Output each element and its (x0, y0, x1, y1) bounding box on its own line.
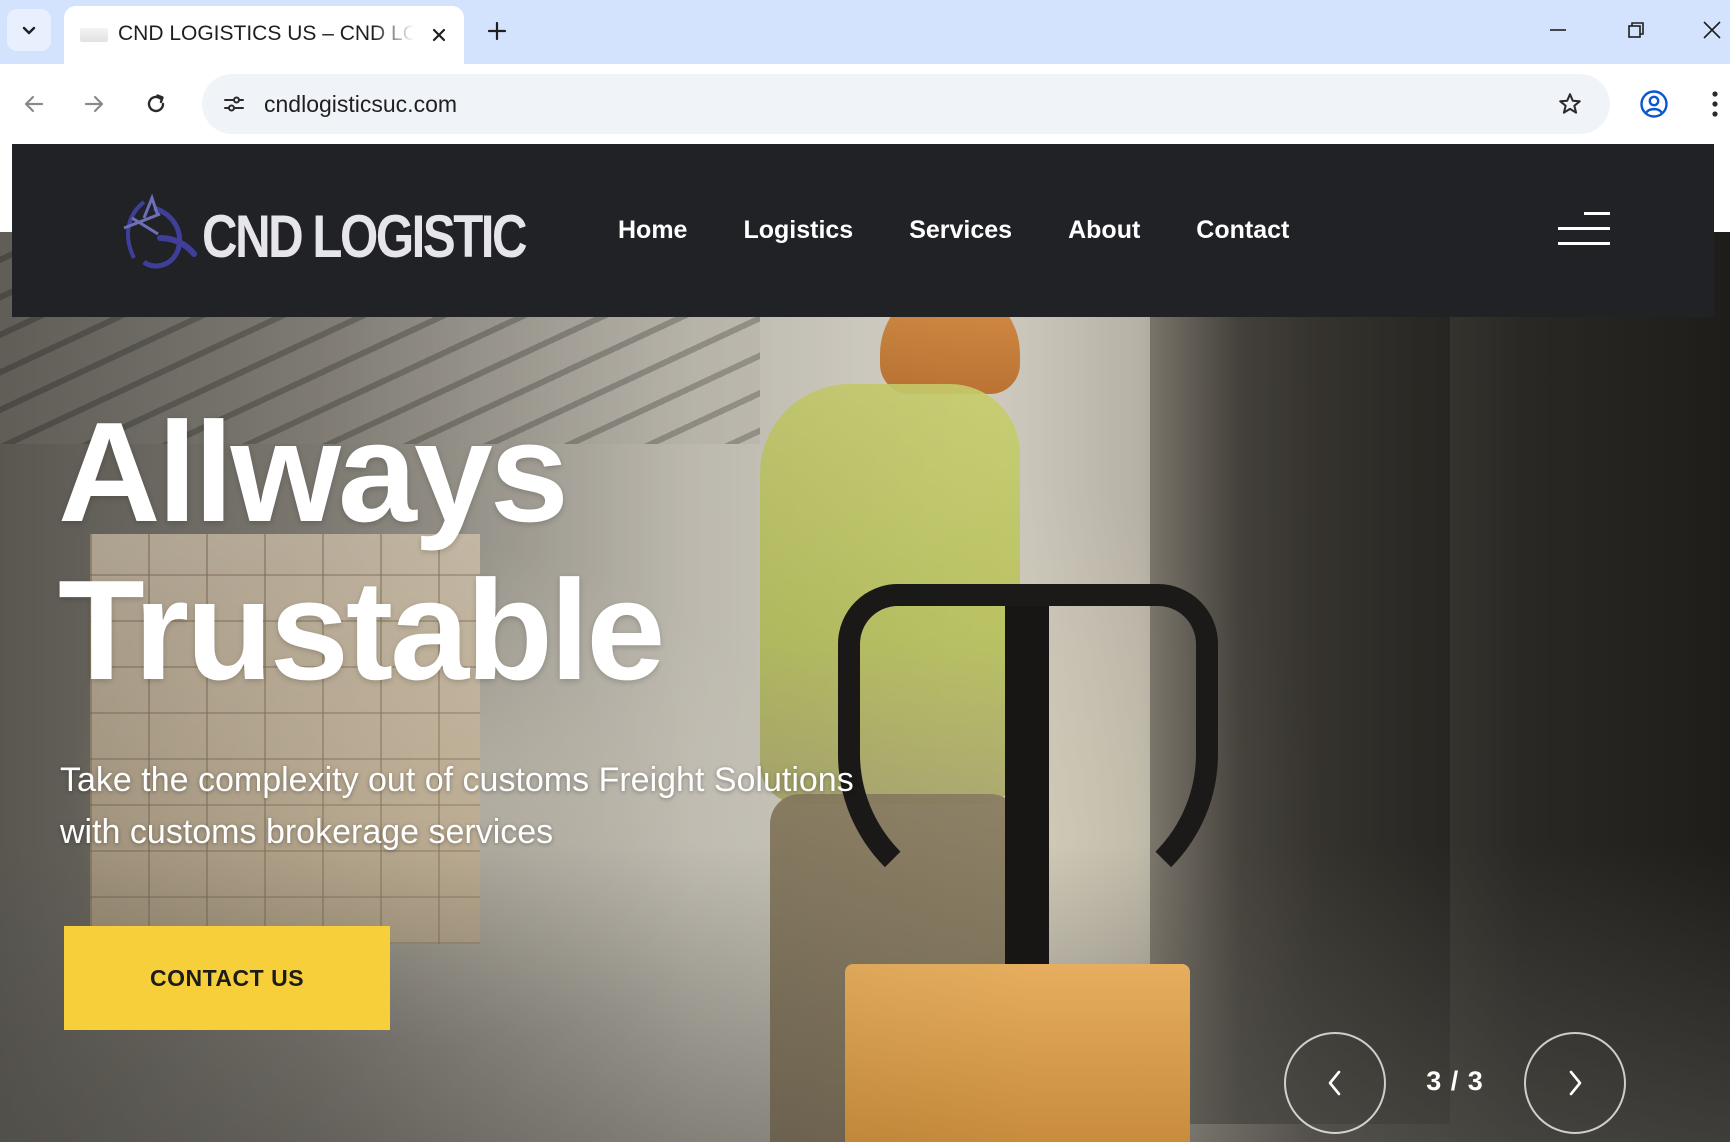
browser-menu-button[interactable] (1700, 82, 1730, 126)
hamburger-icon-bar (1558, 227, 1610, 230)
page-edge-right (1714, 144, 1730, 232)
tab-title: CND LOGISTICS US – CND LOGISTICS (118, 22, 414, 45)
slide-counter: 3 / 3 (1426, 1066, 1484, 1096)
nav-logistics[interactable]: Logistics (743, 210, 853, 250)
site-info-button[interactable] (216, 86, 252, 122)
chevron-down-icon (22, 26, 36, 35)
hero-title-line-1: Allways (58, 393, 569, 552)
nav-home[interactable]: Home (618, 210, 687, 250)
hamburger-menu-button[interactable] (1554, 212, 1610, 252)
arrow-right-icon (84, 95, 104, 113)
nav-contact[interactable]: Contact (1196, 210, 1289, 250)
hamburger-icon (1584, 212, 1610, 215)
restore-button[interactable] (1614, 10, 1658, 50)
logo-mark-icon (123, 193, 197, 269)
slider-prev-button[interactable] (1284, 1032, 1386, 1134)
chevron-right-icon (1569, 1070, 1582, 1096)
logo-text: CND LOGISTIC (202, 203, 528, 270)
reload-button[interactable] (134, 82, 178, 126)
reload-icon (147, 94, 165, 113)
page-edge-left (0, 144, 12, 232)
slider-next-button[interactable] (1524, 1032, 1626, 1134)
close-window-button[interactable] (1690, 10, 1730, 50)
nav-about[interactable]: About (1068, 210, 1140, 250)
back-button[interactable] (12, 82, 56, 126)
arrow-left-icon (24, 95, 44, 113)
main-nav: Home Logistics Services About Contact (618, 210, 1345, 250)
hero-subtitle-line-2: with customs brokerage services (60, 813, 554, 851)
tune-icon (224, 96, 244, 112)
plus-icon (487, 21, 507, 41)
browser-toolbar: cndlogisticsuc.com (0, 64, 1730, 144)
contact-us-button[interactable]: CONTACT US (64, 926, 390, 1030)
hero-title-line-2: Trustable (58, 551, 665, 710)
minimize-button[interactable] (1536, 10, 1580, 50)
address-bar[interactable]: cndlogisticsuc.com (202, 74, 1610, 134)
site-header: CND LOGISTIC Home Logistics Services Abo… (12, 144, 1714, 317)
tab-close-button[interactable] (424, 20, 454, 50)
restore-icon (1628, 22, 1644, 38)
browser-tab-strip: CND LOGISTICS US – CND LOGISTICS (0, 0, 1730, 64)
page-viewport: CND LOGISTIC Home Logistics Services Abo… (0, 144, 1730, 1142)
hero-subtitle-line-1: Take the complexity out of customs Freig… (60, 761, 854, 799)
close-icon (432, 28, 446, 42)
star-icon (1559, 93, 1581, 114)
browser-tab-active[interactable]: CND LOGISTICS US – CND LOGISTICS (64, 6, 464, 64)
tab-search-button[interactable] (7, 9, 51, 51)
new-tab-button[interactable] (478, 12, 516, 50)
kebab-icon (1712, 91, 1718, 117)
minimize-icon (1550, 29, 1566, 31)
close-icon (1703, 21, 1721, 39)
hamburger-icon-bar (1558, 242, 1610, 245)
chevron-left-icon (1328, 1070, 1341, 1096)
site-logo[interactable]: CND LOGISTIC (114, 188, 528, 278)
bookmark-button[interactable] (1552, 86, 1588, 122)
profile-button[interactable] (1632, 82, 1676, 126)
hero-subtitle: Take the complexity out of customs Freig… (60, 754, 1040, 858)
site-favicon (80, 28, 108, 42)
hero-title: Allways Trustable (58, 394, 958, 710)
nav-services[interactable]: Services (909, 210, 1012, 250)
url-text[interactable]: cndlogisticsuc.com (264, 91, 457, 118)
account-circle-icon (1640, 90, 1668, 118)
forward-button[interactable] (72, 82, 116, 126)
